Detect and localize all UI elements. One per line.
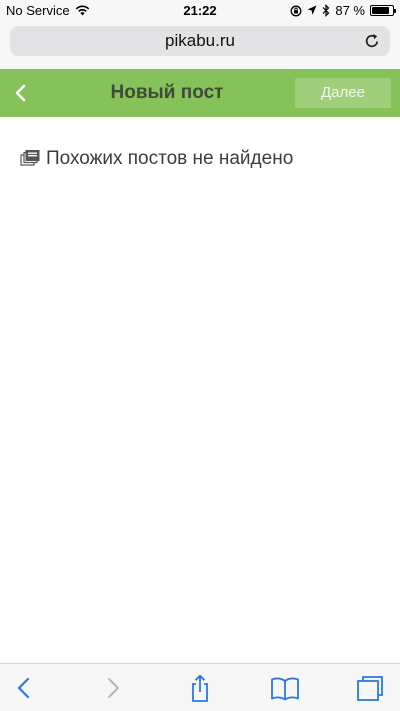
battery-icon: [370, 5, 396, 16]
bluetooth-icon: [322, 4, 330, 17]
back-icon[interactable]: [10, 674, 40, 702]
posts-stack-icon: [20, 150, 40, 166]
battery-level-fill: [372, 7, 390, 14]
url-bar[interactable]: pikabu.ru: [10, 26, 390, 56]
tabs-icon[interactable]: [355, 674, 385, 702]
url-text[interactable]: pikabu.ru: [10, 31, 390, 51]
status-right: 87 %: [290, 3, 396, 18]
status-bar: No Service 21:22 87 %: [0, 0, 400, 22]
reload-icon[interactable]: [363, 32, 381, 50]
page-title: Новый пост: [110, 82, 224, 103]
next-button[interactable]: Далее: [295, 78, 391, 108]
browser-toolbar: [0, 663, 400, 711]
empty-state: Похожих постов не найдено: [20, 148, 293, 170]
nav-header: Новый пост Далее: [0, 69, 400, 117]
browser-chrome: No Service 21:22 87 % pikabu.ru: [0, 0, 400, 69]
forward-icon[interactable]: [98, 674, 128, 702]
share-icon[interactable]: [185, 674, 215, 702]
battery-percent: 87 %: [335, 3, 365, 18]
location-icon: [307, 5, 317, 15]
orientation-lock-icon: [290, 5, 302, 16]
empty-state-message: Похожих постов не найдено: [46, 148, 294, 169]
bookmarks-icon[interactable]: [270, 674, 300, 702]
